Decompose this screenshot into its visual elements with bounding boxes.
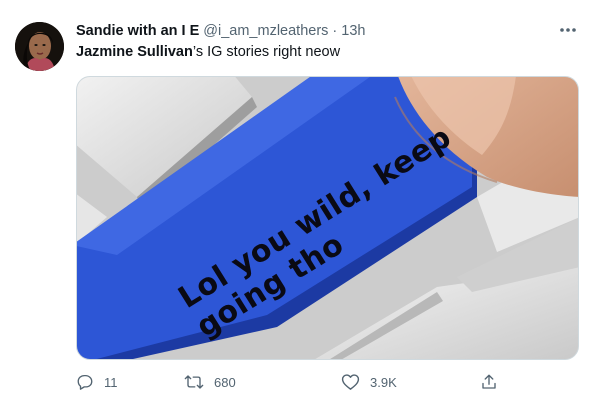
reply-count: 11 <box>104 374 118 390</box>
share-icon <box>482 374 496 389</box>
reply-button[interactable]: 11 <box>76 370 118 394</box>
separator-dot: · <box>332 23 338 39</box>
user-handle[interactable]: @i_am_mzleathers <box>203 23 328 39</box>
avatar[interactable] <box>15 22 64 71</box>
more-horizontal-icon <box>560 28 576 32</box>
retweet-button[interactable]: 680 <box>184 370 236 394</box>
heart-icon <box>341 374 360 390</box>
retweet-icon <box>184 375 204 389</box>
mention-name[interactable]: Jazmine Sullivan <box>76 44 193 60</box>
like-button[interactable]: 3.9K <box>341 370 397 394</box>
retweet-count: 680 <box>214 374 236 390</box>
reply-icon <box>77 374 93 390</box>
tweet[interactable]: Sandie with an I E @i_am_mzleathers · 13… <box>0 0 595 402</box>
like-count: 3.9K <box>370 374 397 390</box>
tweet-text-rest: ’s IG stories right neow <box>192 44 341 60</box>
avatar-photo <box>15 22 64 71</box>
tweet-actions: 11 680 3.9K <box>76 370 516 394</box>
tweet-text: Jazmine Sullivan’s IG stories right neow <box>76 44 340 60</box>
tweet-header: Sandie with an I E @i_am_mzleathers · 13… <box>76 22 365 40</box>
display-name[interactable]: Sandie with an I E <box>76 23 199 39</box>
tweet-image[interactable]: Lol you wild, keep going tho <box>76 76 579 360</box>
more-options-button[interactable] <box>555 20 581 40</box>
share-button[interactable] <box>480 370 498 394</box>
timestamp[interactable]: 13h <box>341 23 365 39</box>
